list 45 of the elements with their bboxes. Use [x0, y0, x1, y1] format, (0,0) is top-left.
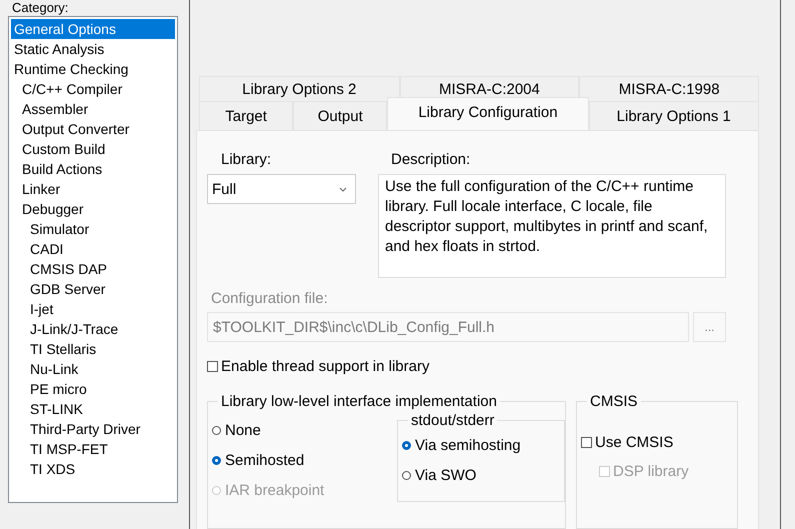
radio-option[interactable]: Semihosted	[212, 450, 397, 470]
category-item[interactable]: Simulator	[11, 219, 175, 239]
category-item[interactable]: Assembler	[11, 99, 175, 119]
group-title: stdout/stderr	[410, 412, 496, 429]
category-item[interactable]: TI XDS	[11, 459, 175, 479]
category-item[interactable]: Custom Build	[11, 139, 175, 159]
category-item[interactable]: GDB Server	[11, 279, 175, 299]
tab[interactable]: Library Options 1	[588, 101, 760, 130]
category-item[interactable]: TI Stellaris	[11, 339, 175, 359]
category-item[interactable]: I-jet	[11, 299, 175, 319]
tab[interactable]: MISRA-C:1998	[579, 76, 759, 101]
tab[interactable]: Library Configuration	[387, 97, 589, 130]
category-item[interactable]: Build Actions	[11, 159, 175, 179]
category-item[interactable]: PE micro	[11, 379, 175, 399]
library-label: Library:	[221, 151, 272, 169]
tab[interactable]: Library Options 2	[199, 76, 400, 101]
category-item[interactable]: Static Analysis	[11, 39, 175, 59]
category-item[interactable]: Linker	[11, 179, 175, 199]
category-item[interactable]: ST-LINK	[11, 399, 175, 419]
category-item[interactable]: General Options	[11, 19, 175, 39]
category-item[interactable]: CMSIS DAP	[11, 259, 175, 279]
category-item[interactable]: Runtime Checking	[11, 59, 175, 79]
tab[interactable]: Target	[199, 101, 294, 130]
radio-option[interactable]: Via semihosting	[402, 435, 564, 455]
radio-option[interactable]: None	[212, 420, 397, 440]
thread-support-checkbox[interactable]: Enable thread support in library	[207, 358, 758, 375]
category-item[interactable]: J-Link/J-Trace	[11, 319, 175, 339]
group-title: Library low-level interface implementation	[220, 393, 498, 410]
category-item[interactable]: Third-Party Driver	[11, 419, 175, 439]
chevron-down-icon	[339, 186, 347, 192]
description-text: Use the full configuration of the C/C++ runtime library. Full locale interface, C locale, file descriptor support, multibytes in printf and scanf, and hex floats in strtod.	[378, 174, 726, 278]
radio-option[interactable]: Via SWO	[402, 465, 564, 485]
description-label: Description:	[391, 151, 472, 169]
library-dropdown[interactable]: Full	[207, 174, 356, 204]
category-item[interactable]: Output Converter	[11, 119, 175, 139]
category-item[interactable]: TI MSP-FET	[11, 439, 175, 459]
category-item[interactable]: C/C++ Compiler	[11, 79, 175, 99]
config-file-label: Configuration file:	[211, 290, 329, 308]
category-item[interactable]: Debugger	[11, 199, 175, 219]
category-item[interactable]: Nu-Link	[11, 359, 175, 379]
cmsis-checkbox[interactable]: Use CMSIS	[581, 434, 737, 451]
category-item[interactable]: CADI	[11, 239, 175, 259]
group-title: CMSIS	[589, 393, 639, 410]
category-label: Category:	[12, 0, 70, 15]
tab[interactable]: Output	[293, 101, 388, 130]
